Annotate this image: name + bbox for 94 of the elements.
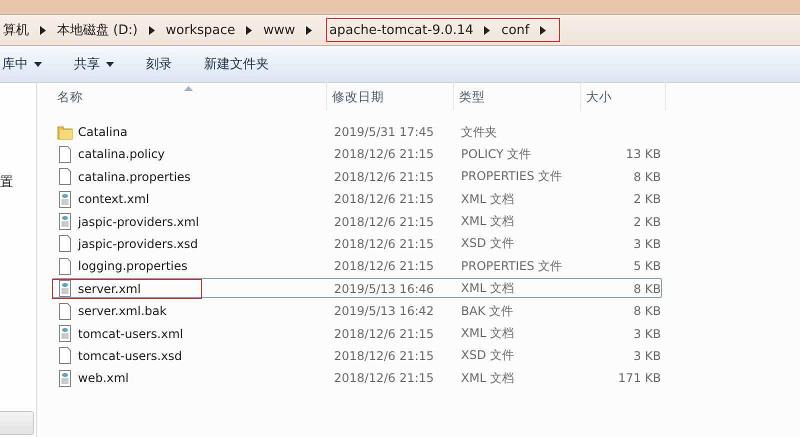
type-cell-text: XSD 文件 [460, 347, 515, 364]
xml-file-icon [57, 370, 73, 387]
file-name[interactable]: server.xml.bak [78, 304, 167, 318]
breadcrumb-item[interactable]: 算机 [1, 21, 31, 39]
file-name[interactable]: jaspic-providers.xml [78, 214, 200, 229]
sort-ascending-icon [184, 86, 193, 91]
breadcrumb-item[interactable]: conf [499, 22, 532, 38]
size-cell-text: 8 KB [632, 304, 662, 318]
type-cell-text: XML 文档 [460, 213, 516, 230]
file-name[interactable]: catalina.properties [78, 170, 191, 184]
folder-icon [57, 124, 73, 140]
file-row[interactable]: catalina.policy 2018/12/6 21:15 POLICY 文件 13 KB [52, 143, 662, 164]
size-cell-text: 8 KB [632, 282, 662, 296]
file-name[interactable]: web.xml [78, 371, 129, 386]
column-header[interactable]: 类型 [454, 83, 581, 111]
toolbar-button[interactable]: 共享 [74, 55, 114, 73]
file-row[interactable]: logging.properties 2018/12/6 21:15 PROPERTIES 文件 5 KB [52, 255, 662, 276]
file-icon [57, 168, 73, 186]
breadcrumb-item[interactable]: apache-tomcat-9.0.14 [327, 22, 476, 38]
size-cell-text: 3 KB [632, 348, 662, 363]
breadcrumb-item[interactable]: workspace [164, 22, 238, 38]
file-icon [57, 146, 73, 163]
chevron-right-icon[interactable] [484, 26, 490, 34]
type-cell-text: PROPERTIES 文件 [460, 168, 564, 186]
size-cell-text: 171 KB [617, 371, 662, 386]
type-cell-text: POLICY 文件 [460, 146, 532, 163]
date-cell-text: 2018/12/6 21:15 [333, 147, 435, 162]
chevron-right-icon[interactable] [540, 26, 546, 34]
file-row[interactable]: server.xml 2019/5/13 16:46 XML 文档 8 KB [52, 278, 662, 298]
date-cell-text: 2018/12/6 21:15 [333, 236, 435, 251]
column-header[interactable]: 大小 [581, 83, 666, 111]
file-row[interactable]: tomcat-users.xsd 2018/12/6 21:15 XSD 文件 3 KB [52, 344, 662, 365]
type-cell-text: BAK 文件 [460, 302, 514, 320]
xml-file-icon [57, 213, 73, 230]
file-icon [57, 235, 73, 252]
date-cell-text: 2018/12/6 21:15 [333, 192, 435, 206]
size-cell-text: 3 KB [632, 326, 662, 341]
file-row[interactable]: catalina.properties 2018/12/6 21:15 PROPERTIES 文件 8 KB [52, 166, 662, 186]
type-cell-text: 文件夹 [460, 124, 498, 140]
toolbar-button[interactable]: 新建文件夹 [204, 55, 269, 73]
date-cell-text: 2018/12/6 21:15 [333, 170, 435, 184]
type-cell-text: XML 文档 [460, 370, 516, 387]
date-cell-text: 2019/5/13 16:46 [333, 282, 435, 296]
file-name[interactable]: tomcat-users.xml [78, 326, 184, 341]
file-row[interactable]: Catalina 2019/5/31 17:45 文件夹 [52, 121, 662, 141]
size-cell-text: 3 KB [632, 236, 662, 251]
size-cell-text: 8 KB [632, 170, 662, 184]
nav-item[interactable]: 置 [0, 173, 36, 191]
chevron-right-icon[interactable] [148, 26, 155, 34]
file-name[interactable]: logging.properties [78, 259, 188, 274]
date-cell-text: 2018/12/6 21:15 [333, 348, 435, 363]
file-row[interactable]: context.xml 2018/12/6 21:15 XML 文档 2 KB [52, 188, 662, 208]
type-cell-text: XML 文档 [460, 190, 516, 208]
file-row[interactable]: jaspic-providers.xml 2018/12/6 21:15 XML 文档 2 KB [52, 210, 662, 231]
file-name[interactable]: context.xml [78, 192, 150, 206]
date-cell-text: 2018/12/6 21:15 [333, 371, 435, 386]
size-cell-text: 5 KB [632, 259, 662, 274]
file-icon [57, 347, 73, 364]
chevron-right-icon[interactable] [306, 26, 312, 34]
chevron-right-icon[interactable] [40, 26, 46, 34]
size-cell-text: 2 KB [632, 192, 662, 206]
file-row[interactable]: jaspic-providers.xsd 2018/12/6 21:15 XSD 文件 3 KB [52, 232, 662, 253]
breadcrumb-item[interactable]: www [261, 22, 298, 38]
type-cell-text: XML 文档 [460, 280, 516, 298]
type-cell-text: XSD 文件 [460, 235, 515, 252]
file-name[interactable]: jaspic-providers.xsd [78, 236, 198, 251]
date-cell-text: 2019/5/31 17:45 [333, 125, 435, 139]
file-name[interactable]: catalina.policy [78, 147, 165, 162]
date-cell-text: 2018/12/6 21:15 [333, 326, 435, 341]
size-cell-text: 13 KB [624, 147, 662, 162]
file-row[interactable]: web.xml 2018/12/6 21:15 XML 文档 171 KB [52, 367, 662, 388]
date-cell-text: 2018/12/6 21:15 [333, 259, 435, 274]
type-cell-text: PROPERTIES 文件 [460, 258, 564, 275]
file-icon [57, 302, 73, 320]
file-name[interactable]: server.xml [78, 282, 141, 296]
chevron-right-icon[interactable] [246, 26, 252, 34]
breadcrumb-item[interactable]: 本地磁盘 (D:) [55, 21, 140, 39]
date-cell-text: 2019/5/13 16:42 [333, 304, 435, 318]
size-cell-text: 2 KB [632, 214, 662, 229]
file-name[interactable]: tomcat-users.xsd [78, 348, 182, 363]
xml-file-icon [57, 280, 73, 298]
file-row[interactable]: tomcat-users.xml 2018/12/6 21:15 XML 文档 3 KB [52, 322, 662, 343]
file-row[interactable]: server.xml.bak 2019/5/13 16:42 BAK 文件 8 KB [52, 300, 662, 320]
toolbar-button[interactable]: 库中 [2, 55, 42, 73]
date-cell-text: 2018/12/6 21:15 [333, 214, 435, 229]
column-header[interactable]: 修改日期 [327, 83, 454, 111]
xml-file-icon [57, 190, 73, 208]
file-name[interactable]: Catalina [78, 125, 128, 139]
pane-handle[interactable] [0, 411, 34, 435]
type-cell-text: XML 文档 [460, 325, 516, 342]
address-bar[interactable]: 算机 本地磁盘 (D:) workspace www apache-tomcat-9.0.14 conf [0, 14, 800, 46]
file-icon [57, 258, 73, 275]
xml-file-icon [57, 325, 73, 342]
toolbar-button[interactable]: 刻录 [146, 55, 172, 73]
